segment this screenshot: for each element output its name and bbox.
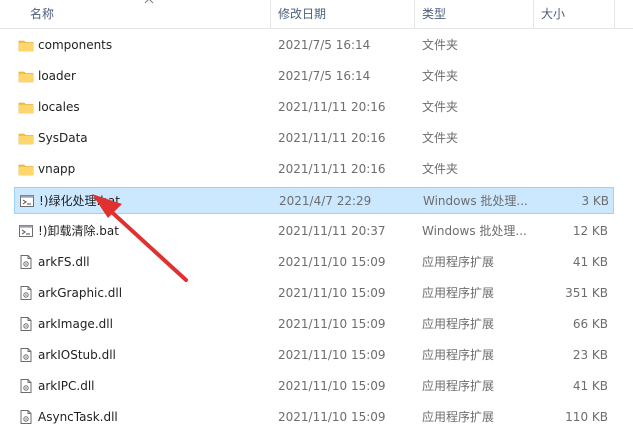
column-header-bar: 名称 修改日期 类型 大小 [0,0,633,29]
file-row[interactable]: !)卸载清除.bat 2021/11/11 20:37 Windows 批处理...… [14,218,614,245]
file-date: 2021/7/5 16:14 [278,69,371,83]
file-size: 41 KB [572,379,608,393]
file-date: 2021/11/10 15:09 [278,379,386,393]
file-name: AsyncTask.dll [38,410,118,424]
folder-icon [18,102,34,114]
dll-file-icon [20,379,32,393]
folder-icon [18,164,34,176]
file-size [534,156,608,183]
file-type: Windows 批处理... [423,194,528,208]
column-divider[interactable] [270,0,271,28]
file-type: 应用程序扩展 [422,286,495,300]
file-name: arkIOStub.dll [38,348,116,362]
file-name: arkIPC.dll [38,379,95,393]
file-size: 351 KB [565,286,608,300]
file-name: arkFS.dll [38,255,90,269]
file-size: 12 KB [572,224,608,238]
file-size [534,94,608,121]
file-date: 2021/11/10 15:09 [278,255,386,269]
file-name: !)卸载清除.bat [38,224,119,238]
dll-file-icon [20,255,32,269]
file-type: 应用程序扩展 [422,379,495,393]
file-row[interactable]: AsyncTask.dll 2021/11/10 15:09 应用程序扩展 110 K… [14,404,614,431]
column-header-date[interactable]: 修改日期 [278,0,326,28]
file-name: loader [38,69,76,83]
file-size [534,32,608,59]
dll-file-icon [20,348,32,362]
column-header-size[interactable]: 大小 [541,0,565,28]
folder-icon [18,71,34,83]
dll-file-icon [20,317,32,331]
file-name: components [38,38,113,52]
file-date: 2021/11/10 15:09 [278,410,386,424]
file-row[interactable]: locales 2021/11/11 20:16 文件夹 [14,94,614,121]
file-row[interactable]: arkIOStub.dll 2021/11/10 15:09 应用程序扩展 23 KB [14,342,614,369]
file-row[interactable]: arkGraphic.dll 2021/11/10 15:09 应用程序扩展 351 … [14,280,614,307]
file-date: 2021/11/11 20:16 [278,100,386,114]
file-date: 2021/7/5 16:14 [278,38,371,52]
column-header-name[interactable]: 名称 [30,0,54,28]
file-type: 文件夹 [422,38,459,52]
file-size [534,63,608,90]
folder-icon [18,133,34,145]
file-row[interactable]: arkFS.dll 2021/11/10 15:09 应用程序扩展 41 KB [14,249,614,276]
file-name: vnapp [38,162,76,176]
file-name: SysData [38,131,88,145]
file-name: arkGraphic.dll [38,286,123,300]
dll-file-icon [20,286,32,300]
file-date: 2021/11/11 20:16 [278,131,386,145]
file-type: 文件夹 [422,162,459,176]
file-size: 110 KB [565,410,608,424]
file-name: locales [38,100,80,114]
file-row[interactable]: loader 2021/7/5 16:14 文件夹 [14,63,614,90]
file-type: Windows 批处理... [422,224,527,238]
file-size: 3 KB [581,194,609,208]
file-date: 2021/11/11 20:37 [278,224,386,238]
file-type: 应用程序扩展 [422,410,495,424]
file-type: 文件夹 [422,131,459,145]
folder-icon [18,40,34,52]
batch-file-icon [20,195,34,207]
file-type: 文件夹 [422,100,459,114]
batch-file-icon [19,225,33,237]
file-row[interactable]: vnapp 2021/11/11 20:16 文件夹 [14,156,614,183]
file-size: 23 KB [572,348,608,362]
column-divider[interactable] [414,0,415,28]
file-type: 文件夹 [422,69,459,83]
file-size: 66 KB [572,317,608,331]
file-type: 应用程序扩展 [422,255,495,269]
file-size [534,125,608,152]
column-header-type[interactable]: 类型 [422,0,446,28]
sort-chevron-icon [144,0,154,4]
file-row[interactable]: components 2021/7/5 16:14 文件夹 [14,32,614,59]
file-date: 2021/4/7 22:29 [279,194,372,208]
file-name: arkImage.dll [38,317,113,331]
dll-file-icon [20,410,32,424]
file-type: 应用程序扩展 [422,348,495,362]
file-date: 2021/11/10 15:09 [278,348,386,362]
column-divider[interactable] [533,0,534,28]
file-date: 2021/11/10 15:09 [278,286,386,300]
file-name: !)绿化处理.bat [39,194,120,208]
file-size: 41 KB [572,255,608,269]
file-row[interactable]: arkImage.dll 2021/11/10 15:09 应用程序扩展 66 KB [14,311,614,338]
file-date: 2021/11/11 20:16 [278,162,386,176]
column-divider[interactable] [614,0,615,28]
file-row[interactable]: arkIPC.dll 2021/11/10 15:09 应用程序扩展 41 KB [14,373,614,400]
file-row[interactable]: !)绿化处理.bat 2021/4/7 22:29 Windows 批处理... 3 … [14,187,614,214]
file-type: 应用程序扩展 [422,317,495,331]
file-row[interactable]: SysData 2021/11/11 20:16 文件夹 [14,125,614,152]
file-date: 2021/11/10 15:09 [278,317,386,331]
